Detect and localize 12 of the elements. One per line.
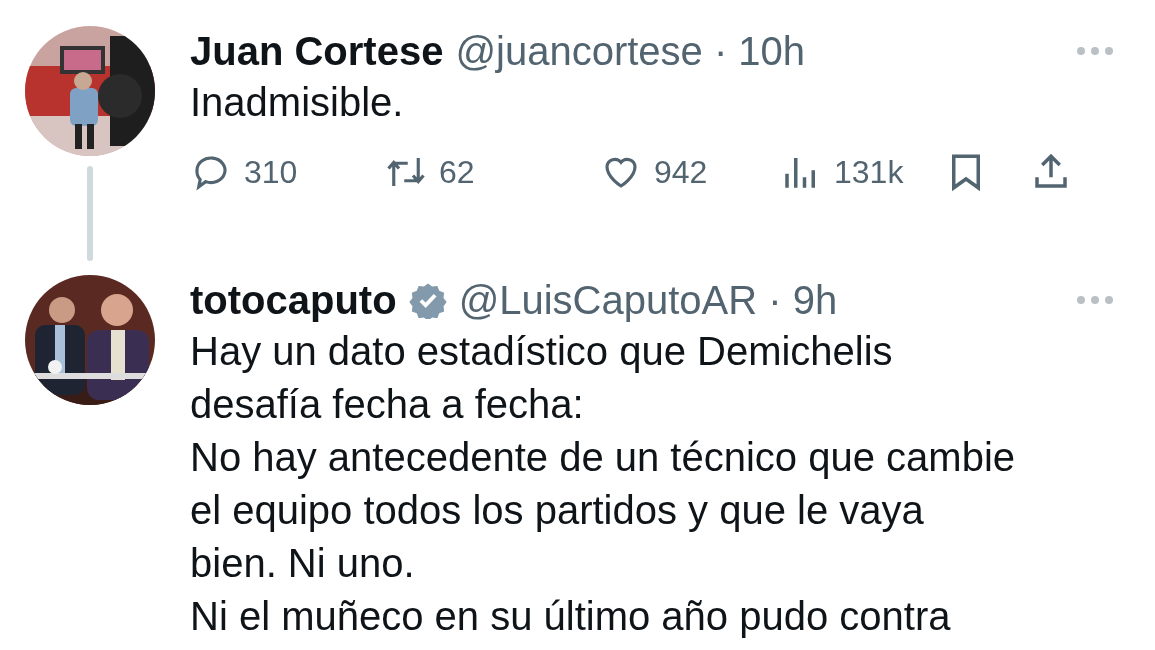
action-count: 942 [654, 153, 708, 191]
author-name[interactable]: totocaputo [190, 277, 397, 323]
action-count: 131k [834, 153, 904, 191]
tweet-text: Hay un dato estadístico que Demichelis desafía fecha a fecha: [190, 328, 894, 428]
tweet-text: No hay antecedente de un técnico que cambie el equipo todos los partidos y que le vaya bien. Ni uno. [190, 434, 1017, 587]
action-count: 310 [244, 153, 298, 191]
handle-and-time: @LuisCaputoAR · 9h [458, 277, 839, 323]
tweet-text: Inadmisible. [190, 79, 405, 126]
author-name[interactable]: Juan Cortese [190, 28, 444, 74]
action-count: 62 [439, 153, 475, 191]
handle-and-time: @juancortese · 10h [455, 28, 807, 74]
tweet-text: Ni el muñeco en su último año pudo contra [190, 593, 952, 640]
